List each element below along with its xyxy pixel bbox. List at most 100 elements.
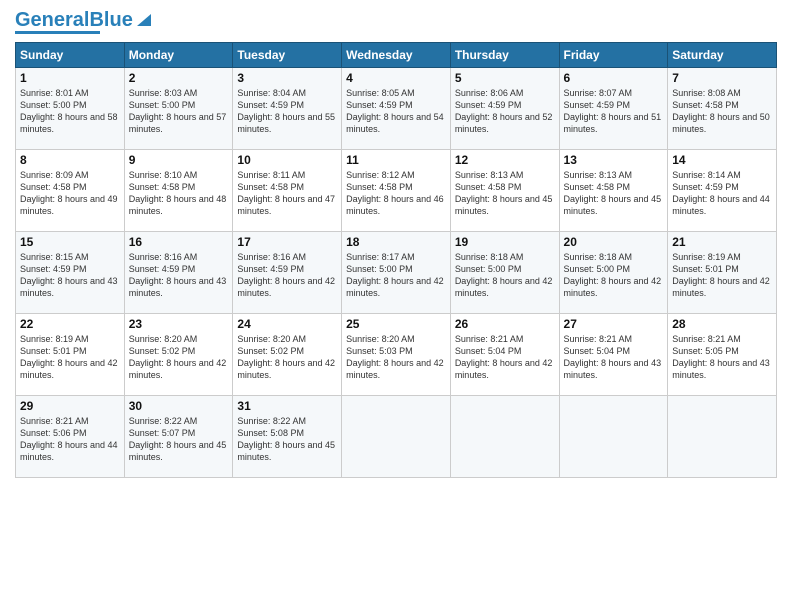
calendar-cell: 30Sunrise: 8:22 AMSunset: 5:07 PMDayligh… <box>124 396 233 478</box>
weekday-header-saturday: Saturday <box>668 43 777 68</box>
weekday-header-thursday: Thursday <box>450 43 559 68</box>
calendar-body: 1 Sunrise: 8:01 AMSunset: 5:00 PMDaylight… <box>16 68 777 478</box>
cell-text: Sunrise: 8:21 AMSunset: 5:06 PMDaylight:… <box>20 416 118 462</box>
calendar-header: SundayMondayTuesdayWednesdayThursdayFrid… <box>16 43 777 68</box>
header: GeneralBlue <box>15 10 777 34</box>
day-number: 8 <box>20 153 120 167</box>
day-number: 13 <box>564 153 664 167</box>
calendar-cell: 19 Sunrise: 8:18 AMSunset: 5:00 PMDayligh… <box>450 232 559 314</box>
day-number: 23 <box>129 317 229 331</box>
calendar-cell: 2 Sunrise: 8:03 AMSunset: 5:00 PMDaylight… <box>124 68 233 150</box>
calendar-cell: 23 Sunrise: 8:20 AMSunset: 5:02 PMDayligh… <box>124 314 233 396</box>
day-number: 24 <box>237 317 337 331</box>
cell-text: Sunrise: 8:18 AMSunset: 5:00 PMDaylight:… <box>455 252 553 298</box>
day-number: 15 <box>20 235 120 249</box>
calendar-week-1: 1 Sunrise: 8:01 AMSunset: 5:00 PMDaylight… <box>16 68 777 150</box>
cell-text: Sunrise: 8:16 AMSunset: 4:59 PMDaylight:… <box>129 252 227 298</box>
cell-text: Sunrise: 8:06 AMSunset: 4:59 PMDaylight:… <box>455 88 553 134</box>
cell-text: Sunrise: 8:20 AMSunset: 5:03 PMDaylight:… <box>346 334 444 380</box>
day-number: 1 <box>20 71 120 85</box>
cell-text: Sunrise: 8:19 AMSunset: 5:01 PMDaylight:… <box>672 252 770 298</box>
weekday-row: SundayMondayTuesdayWednesdayThursdayFrid… <box>16 43 777 68</box>
cell-text: Sunrise: 8:20 AMSunset: 5:02 PMDaylight:… <box>237 334 335 380</box>
day-number: 6 <box>564 71 664 85</box>
cell-text: Sunrise: 8:22 AMSunset: 5:07 PMDaylight:… <box>129 416 227 462</box>
calendar-cell: 10 Sunrise: 8:11 AMSunset: 4:58 PMDayligh… <box>233 150 342 232</box>
weekday-header-sunday: Sunday <box>16 43 125 68</box>
calendar-cell: 4Sunrise: 8:05 AMSunset: 4:59 PMDaylight… <box>342 68 451 150</box>
calendar-cell: 28Sunrise: 8:21 AMSunset: 5:05 PMDayligh… <box>668 314 777 396</box>
cell-text: Sunrise: 8:01 AMSunset: 5:00 PMDaylight:… <box>20 88 118 134</box>
cell-text: Sunrise: 8:17 AMSunset: 5:00 PMDaylight:… <box>346 252 444 298</box>
day-number: 31 <box>237 399 337 413</box>
calendar-cell: 16 Sunrise: 8:16 AMSunset: 4:59 PMDayligh… <box>124 232 233 314</box>
day-number: 16 <box>129 235 229 249</box>
calendar-cell: 6 Sunrise: 8:07 AMSunset: 4:59 PMDaylight… <box>559 68 668 150</box>
calendar-cell: 5Sunrise: 8:06 AMSunset: 4:59 PMDaylight… <box>450 68 559 150</box>
calendar-cell <box>342 396 451 478</box>
day-number: 27 <box>564 317 664 331</box>
logo: GeneralBlue <box>15 10 153 34</box>
day-number: 20 <box>564 235 664 249</box>
calendar-cell: 22 Sunrise: 8:19 AMSunset: 5:01 PMDayligh… <box>16 314 125 396</box>
day-number: 22 <box>20 317 120 331</box>
day-number: 29 <box>20 399 120 413</box>
cell-text: Sunrise: 8:22 AMSunset: 5:08 PMDaylight:… <box>237 416 335 462</box>
day-number: 19 <box>455 235 555 249</box>
calendar-cell <box>668 396 777 478</box>
calendar-cell: 17 Sunrise: 8:16 AMSunset: 4:59 PMDayligh… <box>233 232 342 314</box>
calendar-cell: 21 Sunrise: 8:19 AMSunset: 5:01 PMDayligh… <box>668 232 777 314</box>
calendar-cell: 20 Sunrise: 8:18 AMSunset: 5:00 PMDayligh… <box>559 232 668 314</box>
cell-text: Sunrise: 8:20 AMSunset: 5:02 PMDaylight:… <box>129 334 227 380</box>
day-number: 10 <box>237 153 337 167</box>
calendar-week-3: 15 Sunrise: 8:15 AMSunset: 4:59 PMDayligh… <box>16 232 777 314</box>
cell-text: Sunrise: 8:14 AMSunset: 4:59 PMDaylight:… <box>672 170 770 216</box>
cell-text: Sunrise: 8:07 AMSunset: 4:59 PMDaylight:… <box>564 88 662 134</box>
day-number: 9 <box>129 153 229 167</box>
cell-text: Sunrise: 8:21 AMSunset: 5:04 PMDaylight:… <box>564 334 662 380</box>
cell-text: Sunrise: 8:04 AMSunset: 4:59 PMDaylight:… <box>237 88 335 134</box>
day-number: 26 <box>455 317 555 331</box>
cell-text: Sunrise: 8:21 AMSunset: 5:04 PMDaylight:… <box>455 334 553 380</box>
day-number: 12 <box>455 153 555 167</box>
calendar-week-2: 8Sunrise: 8:09 AMSunset: 4:58 PMDaylight… <box>16 150 777 232</box>
calendar-cell: 1 Sunrise: 8:01 AMSunset: 5:00 PMDaylight… <box>16 68 125 150</box>
cell-text: Sunrise: 8:15 AMSunset: 4:59 PMDaylight:… <box>20 252 118 298</box>
calendar-cell: 11Sunrise: 8:12 AMSunset: 4:58 PMDayligh… <box>342 150 451 232</box>
calendar-cell: 26 Sunrise: 8:21 AMSunset: 5:04 PMDayligh… <box>450 314 559 396</box>
cell-text: Sunrise: 8:13 AMSunset: 4:58 PMDaylight:… <box>564 170 662 216</box>
day-number: 17 <box>237 235 337 249</box>
weekday-header-wednesday: Wednesday <box>342 43 451 68</box>
calendar-cell: 31 Sunrise: 8:22 AMSunset: 5:08 PMDayligh… <box>233 396 342 478</box>
page: GeneralBlue SundayMondayTuesdayWednesday… <box>0 0 792 612</box>
cell-text: Sunrise: 8:16 AMSunset: 4:59 PMDaylight:… <box>237 252 335 298</box>
calendar-cell <box>450 396 559 478</box>
day-number: 4 <box>346 71 446 85</box>
calendar-cell: 9 Sunrise: 8:10 AMSunset: 4:58 PMDaylight… <box>124 150 233 232</box>
calendar-cell: 15 Sunrise: 8:15 AMSunset: 4:59 PMDayligh… <box>16 232 125 314</box>
day-number: 21 <box>672 235 772 249</box>
day-number: 2 <box>129 71 229 85</box>
calendar-cell: 3Sunrise: 8:04 AMSunset: 4:59 PMDaylight… <box>233 68 342 150</box>
cell-text: Sunrise: 8:11 AMSunset: 4:58 PMDaylight:… <box>237 170 335 216</box>
calendar-cell: 7Sunrise: 8:08 AMSunset: 4:58 PMDaylight… <box>668 68 777 150</box>
cell-text: Sunrise: 8:19 AMSunset: 5:01 PMDaylight:… <box>20 334 118 380</box>
cell-text: Sunrise: 8:10 AMSunset: 4:58 PMDaylight:… <box>129 170 227 216</box>
calendar-cell: 8Sunrise: 8:09 AMSunset: 4:58 PMDaylight… <box>16 150 125 232</box>
cell-text: Sunrise: 8:21 AMSunset: 5:05 PMDaylight:… <box>672 334 770 380</box>
calendar-cell: 27 Sunrise: 8:21 AMSunset: 5:04 PMDayligh… <box>559 314 668 396</box>
logo-text: GeneralBlue <box>15 10 133 30</box>
cell-text: Sunrise: 8:03 AMSunset: 5:00 PMDaylight:… <box>129 88 227 134</box>
weekday-header-monday: Monday <box>124 43 233 68</box>
day-number: 11 <box>346 153 446 167</box>
calendar-cell <box>559 396 668 478</box>
calendar-cell: 29 Sunrise: 8:21 AMSunset: 5:06 PMDayligh… <box>16 396 125 478</box>
cell-text: Sunrise: 8:18 AMSunset: 5:00 PMDaylight:… <box>564 252 662 298</box>
calendar-week-5: 29 Sunrise: 8:21 AMSunset: 5:06 PMDayligh… <box>16 396 777 478</box>
day-number: 25 <box>346 317 446 331</box>
weekday-header-friday: Friday <box>559 43 668 68</box>
calendar-cell: 13 Sunrise: 8:13 AMSunset: 4:58 PMDayligh… <box>559 150 668 232</box>
calendar-cell: 18Sunrise: 8:17 AMSunset: 5:00 PMDayligh… <box>342 232 451 314</box>
calendar-cell: 24 Sunrise: 8:20 AMSunset: 5:02 PMDayligh… <box>233 314 342 396</box>
logo-icon <box>135 10 153 28</box>
